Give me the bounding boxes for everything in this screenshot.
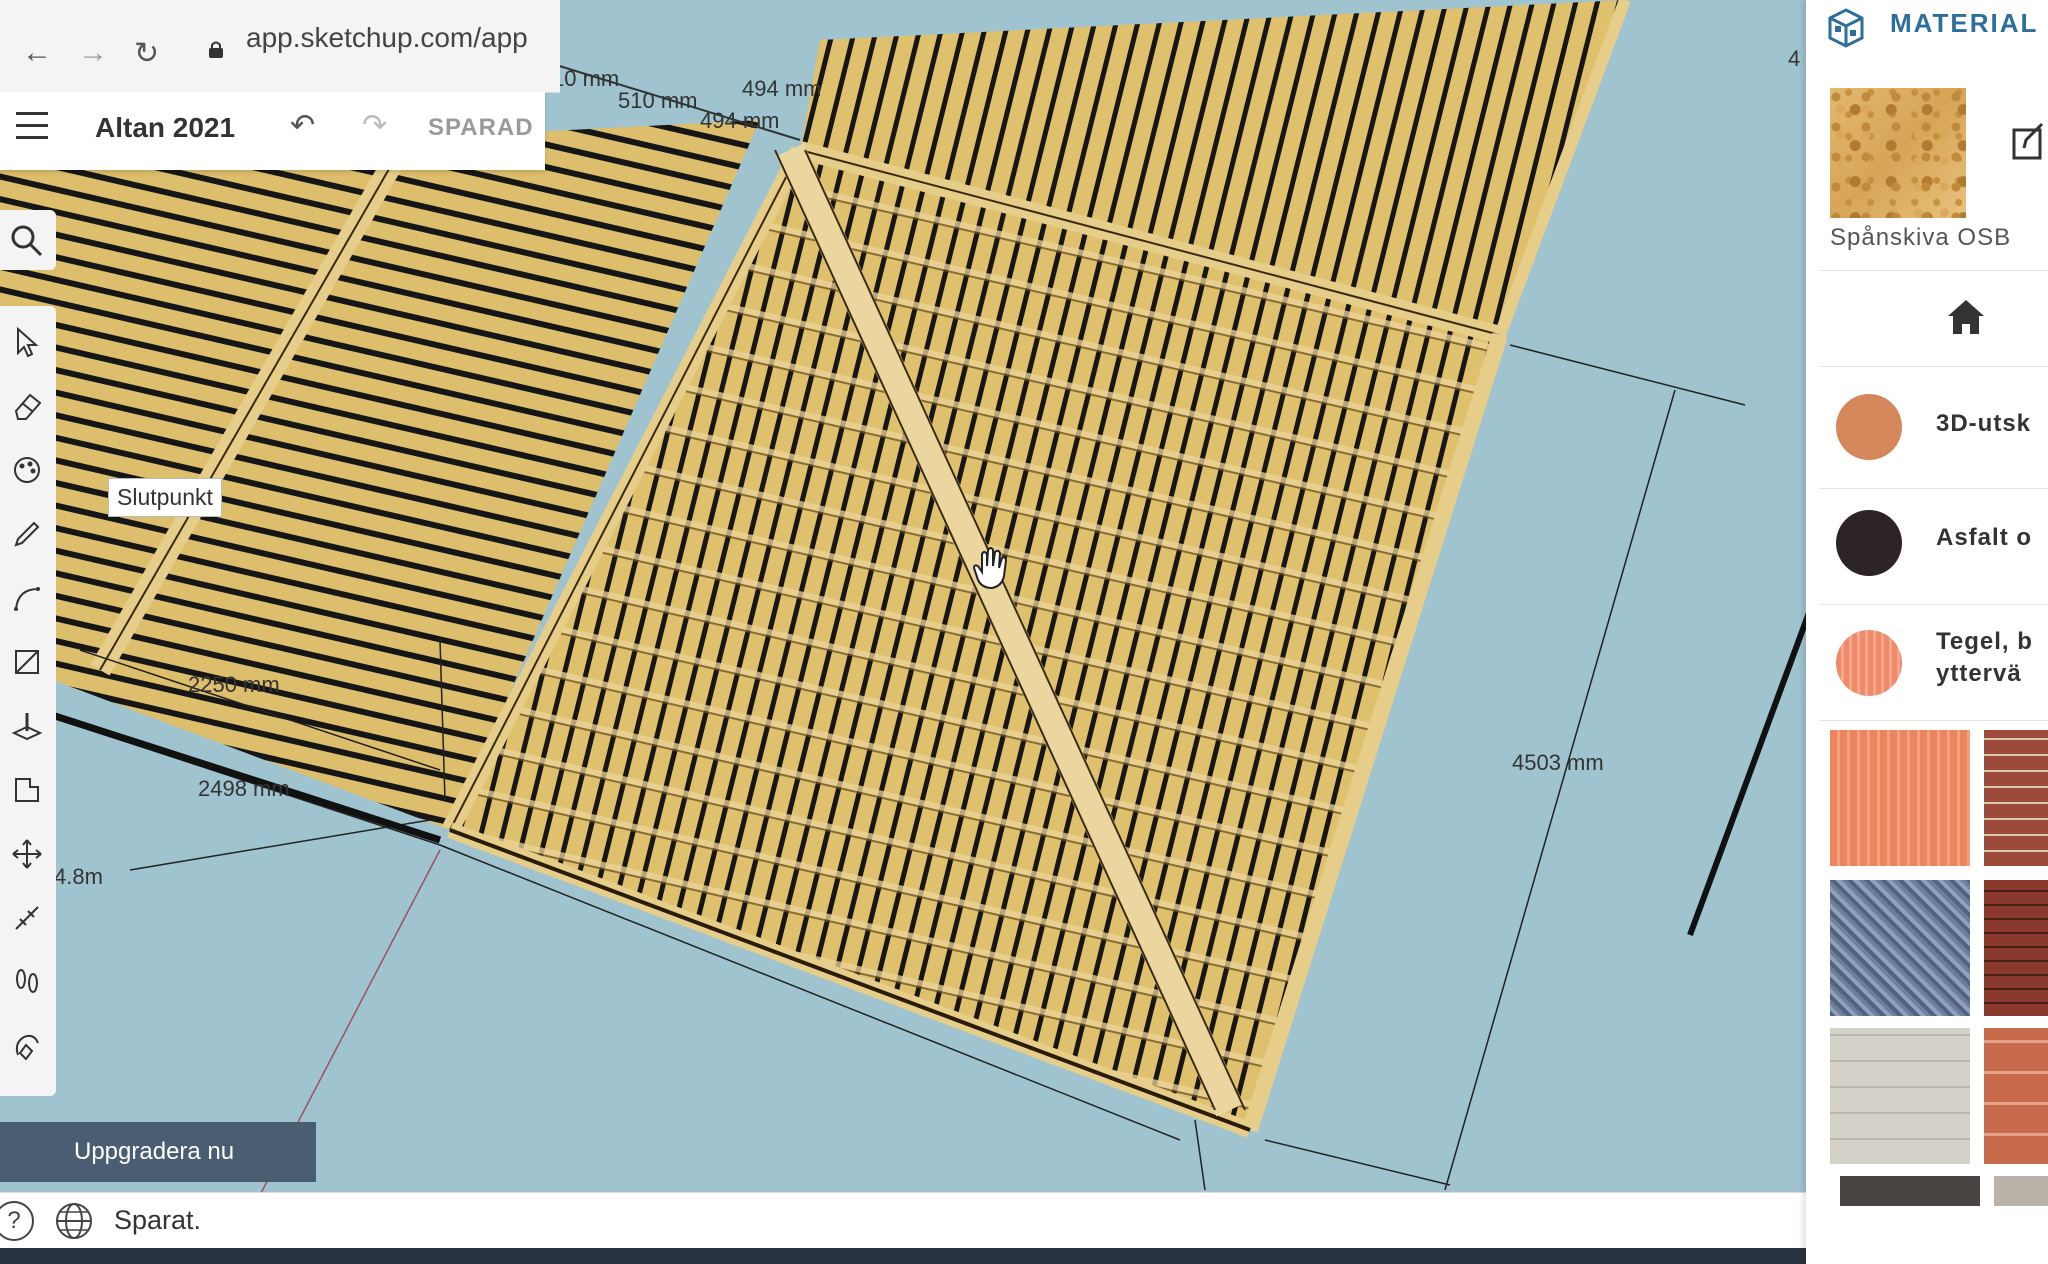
dimension-label: 4.8m — [54, 864, 103, 889]
push-pull-icon — [11, 713, 43, 741]
tool-orbit[interactable] — [4, 1020, 50, 1072]
material-tile[interactable] — [1840, 1176, 1980, 1206]
dimension-label: 2498 mm — [198, 776, 290, 801]
materials-title: MATERIAL — [1890, 8, 2039, 38]
model-viewport[interactable]: 10 mm 510 mm 494 mm 494 mm 2250 mm 2498 … — [0, 0, 1840, 1200]
tool-tape-measure[interactable] — [4, 892, 50, 944]
tape-measure-icon — [15, 906, 39, 930]
material-tile[interactable] — [1830, 1028, 1970, 1164]
dimension-label: 494 mm — [742, 76, 822, 101]
url-text[interactable]: app.sketchup.com/app — [246, 22, 528, 54]
materials-header: MATERIAL — [1806, 0, 2048, 64]
category-label: Asfalt o — [1936, 524, 2033, 551]
dimension-label: 510 mm — [618, 88, 698, 113]
tool-walk[interactable] — [4, 956, 50, 1008]
arrow-right-icon[interactable]: → — [78, 36, 108, 70]
search-icon — [11, 225, 43, 257]
arrow-pointer-icon — [17, 326, 39, 358]
reload-icon[interactable]: ↻ — [134, 36, 159, 71]
arrow-left-icon[interactable]: ← — [22, 36, 52, 70]
question-icon[interactable]: ? — [0, 1201, 34, 1241]
snap-tooltip: Slutpunkt — [108, 478, 222, 517]
arc-icon — [14, 587, 40, 611]
upgrade-button[interactable]: Uppgradera nu — [0, 1122, 316, 1182]
material-tile[interactable] — [1830, 880, 1970, 1016]
category-swatch — [1836, 510, 1902, 576]
tool-move[interactable] — [4, 828, 50, 880]
tool-eraser[interactable] — [4, 380, 50, 432]
search-button[interactable] — [0, 210, 56, 270]
orbit-hand-icon — [15, 1034, 39, 1061]
tool-select[interactable] — [4, 316, 50, 368]
tool-line[interactable] — [4, 508, 50, 560]
tool-push-pull[interactable] — [4, 700, 50, 752]
materials-panel: MATERIAL 4 Spånskiva OSB 3D-utsk Asfalt … — [1788, 0, 2048, 1264]
panel-divider — [1820, 270, 2048, 271]
paint-icon — [14, 457, 40, 483]
saved-status: SPARAD — [428, 114, 534, 141]
category-swatch — [1836, 394, 1902, 460]
category-label: 3D-utsk — [1936, 410, 2032, 437]
header-marker: 4 — [1788, 46, 1801, 71]
panel-divider — [1820, 720, 2048, 721]
panel-divider — [1820, 604, 2048, 605]
category-swatch — [1836, 630, 1902, 696]
material-tile[interactable] — [1830, 730, 1970, 866]
taskbar-strip — [0, 1248, 2048, 1264]
home-icon[interactable] — [1946, 298, 1986, 336]
lock-icon — [209, 41, 223, 58]
material-category-item[interactable]: 3D-utsk — [1806, 378, 2048, 478]
app-header: Altan 2021 ↶ ↷ SPARAD — [0, 92, 545, 170]
undo-icon[interactable]: ↶ — [290, 108, 315, 143]
category-label: Tegel, b yttervä — [1936, 628, 2033, 687]
tool-paint-bucket[interactable] — [4, 444, 50, 496]
dimension-label: 10 mm — [552, 66, 620, 91]
edit-icon[interactable] — [2012, 122, 2044, 162]
browser-address-bar: ← → ↻ app.sketchup.com/app — [0, 0, 560, 93]
dimension-label: 494 mm — [700, 108, 780, 133]
pencil-icon — [14, 521, 40, 547]
material-category-item[interactable]: Asfalt o — [1806, 496, 2048, 596]
status-text: Sparat. — [114, 1205, 202, 1235]
tool-arc[interactable] — [4, 572, 50, 624]
panel-divider — [1820, 366, 2048, 367]
current-material-swatch[interactable] — [1830, 88, 1966, 218]
rectangle-icon — [15, 650, 39, 674]
footprints-icon — [16, 969, 38, 993]
current-material-name: Spånskiva OSB — [1830, 224, 2012, 251]
dimension-label: 4503 mm — [1512, 750, 1604, 775]
material-tile[interactable] — [1984, 1028, 2048, 1164]
project-title[interactable]: Altan 2021 — [95, 112, 235, 144]
deck-model[interactable] — [0, 0, 1840, 1200]
move-icon — [12, 839, 42, 869]
material-tile[interactable] — [1984, 730, 2048, 866]
tool-rectangle[interactable] — [4, 636, 50, 688]
eraser-icon — [14, 393, 42, 420]
left-toolbar — [0, 306, 56, 1096]
material-tile[interactable] — [1984, 880, 2048, 1016]
hamburger-menu-icon[interactable] — [16, 112, 48, 140]
material-tile[interactable] — [1994, 1176, 2048, 1206]
tool-offset[interactable] — [4, 764, 50, 816]
dimension-label: 2250 mm — [188, 672, 280, 697]
material-category-item[interactable]: Tegel, b yttervä — [1806, 612, 2048, 712]
offset-icon — [15, 778, 39, 802]
material-cube-icon — [1828, 8, 1864, 48]
redo-icon[interactable]: ↷ — [362, 108, 387, 143]
hand-cursor-icon — [972, 547, 1008, 590]
globe-icon[interactable] — [54, 1201, 94, 1241]
status-bar: ? Sparat. — [0, 1192, 1840, 1249]
panel-divider — [1820, 488, 2048, 489]
